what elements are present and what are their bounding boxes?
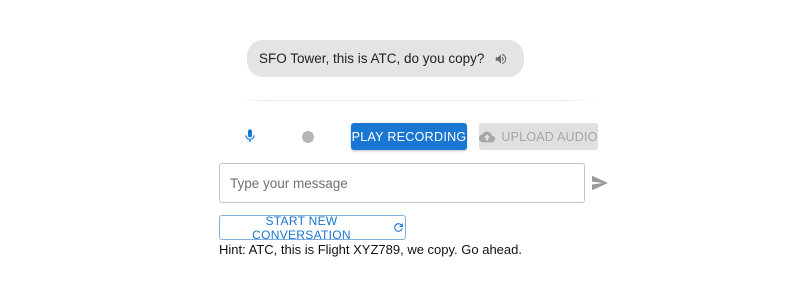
microphone-icon[interactable] — [242, 127, 258, 145]
chat-message-text: SFO Tower, this is ATC, do you copy? — [259, 51, 485, 66]
audio-controls: PLAY RECORDING UPLOAD AUDIO — [234, 123, 600, 150]
chat-message-bubble: SFO Tower, this is ATC, do you copy? — [247, 40, 525, 77]
upload-audio-button[interactable]: UPLOAD AUDIO — [479, 123, 598, 150]
upload-audio-label: UPLOAD AUDIO — [501, 129, 598, 144]
play-recording-button[interactable]: PLAY RECORDING — [351, 123, 467, 150]
chat-panel: SFO Tower, this is ATC, do you copy? — [234, 28, 600, 101]
send-icon[interactable] — [591, 175, 609, 191]
volume-icon[interactable] — [494, 52, 508, 66]
hint-text: Hint: ATC, this is Flight XYZ789, we cop… — [219, 242, 522, 257]
message-input[interactable] — [219, 163, 585, 203]
recording-indicator — [302, 131, 314, 143]
cloud-upload-icon — [479, 131, 496, 143]
refresh-icon — [392, 221, 405, 234]
start-new-conversation-label: START NEW CONVERSATION — [252, 213, 351, 242]
start-new-conversation-button[interactable]: START NEW CONVERSATION — [219, 213, 406, 242]
